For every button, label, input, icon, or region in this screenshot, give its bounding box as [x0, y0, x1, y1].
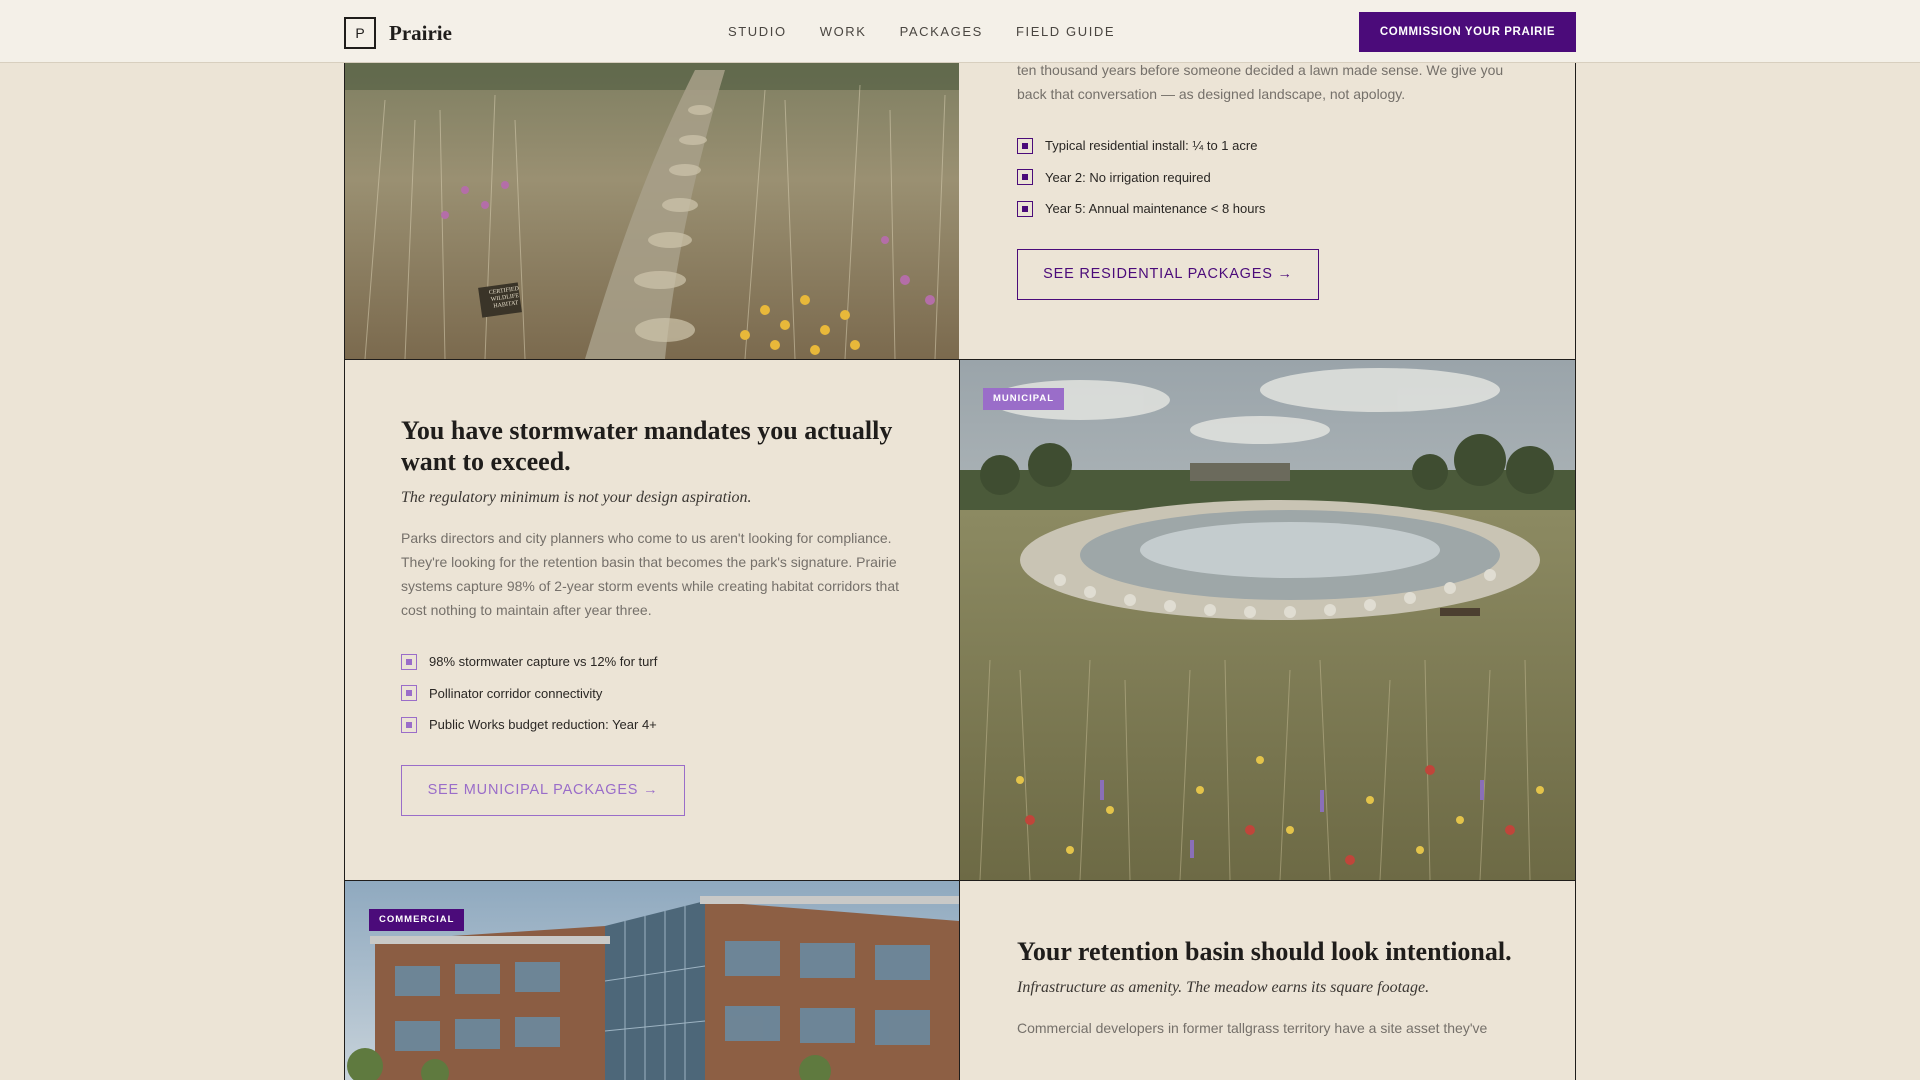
see-municipal-packages-button[interactable]: SEE MUNICIPAL PACKAGES →: [401, 764, 685, 816]
residential-bullets: Typical residential install: ¼ to 1 acre…: [1017, 130, 1517, 225]
commercial-photo: COMMERCIAL: [345, 881, 959, 1080]
list-item: 98% stormwater capture vs 12% for turf: [401, 646, 911, 678]
municipal-copy: You have stormwater mandates you actuall…: [401, 415, 911, 835]
checkbox-icon: [1017, 200, 1033, 217]
nav-link-field-guide[interactable]: FIELD GUIDE: [1016, 24, 1115, 39]
municipal-body: Parks directors and city planners who co…: [401, 530, 899, 618]
list-item: Public Works budget reduction: Year 4+: [401, 709, 911, 741]
nav-link-packages[interactable]: PACKAGES: [900, 24, 983, 39]
checkbox-icon: [1017, 137, 1033, 154]
checkbox-icon: [401, 716, 417, 733]
municipal-tag: MUNICIPAL: [983, 388, 1065, 410]
list-item: Pollinator corridor connectivity: [401, 678, 911, 710]
checkbox-icon: [401, 653, 417, 670]
nav-link-work[interactable]: WORK: [820, 24, 867, 39]
list-item: Year 2: No irrigation required: [1017, 162, 1517, 194]
brand-name: Prairie: [389, 20, 452, 45]
residential-copy: ten thousand years before someone decide…: [1017, 58, 1517, 328]
commercial-copy: Your retention basin should look intenti…: [1017, 936, 1527, 1080]
commission-your-prairie-button[interactable]: COMMISSION YOUR PRAIRIE: [1359, 12, 1576, 52]
checkbox-icon: [401, 685, 417, 702]
list-item: Year 5: Annual maintenance < 8 hours: [1017, 193, 1517, 225]
brand-logo[interactable]: P Prairie: [344, 17, 452, 49]
municipal-bullets: 98% stormwater capture vs 12% for turf P…: [401, 646, 911, 741]
municipal-photo: MUNICIPAL: [960, 360, 1575, 880]
list-item: Typical residential install: ¼ to 1 acre: [1017, 130, 1517, 162]
municipal-subheading: The regulatory minimum is not your desig…: [401, 489, 752, 506]
commercial-subheading: Infrastructure as amenity. The meadow ea…: [1017, 979, 1430, 996]
nav-links: STUDIO WORK PACKAGES FIELD GUIDE: [728, 24, 1115, 39]
checkbox-icon: [1017, 169, 1033, 186]
commercial-tag: COMMERCIAL: [369, 909, 465, 931]
residential-body: ten thousand years before someone decide…: [1017, 62, 1504, 102]
commercial-heading: Your retention basin should look intenti…: [1017, 937, 1512, 966]
municipal-heading: You have stormwater mandates you actuall…: [401, 416, 893, 476]
top-nav: P Prairie STUDIO WORK PACKAGES FIELD GUI…: [0, 0, 1920, 63]
nav-link-studio[interactable]: STUDIO: [728, 24, 787, 39]
see-residential-packages-button[interactable]: SEE RESIDENTIAL PACKAGES →: [1017, 248, 1319, 300]
logo-mark-icon: P: [344, 17, 376, 49]
commercial-body: Commercial developers in former tallgras…: [1017, 1020, 1488, 1036]
